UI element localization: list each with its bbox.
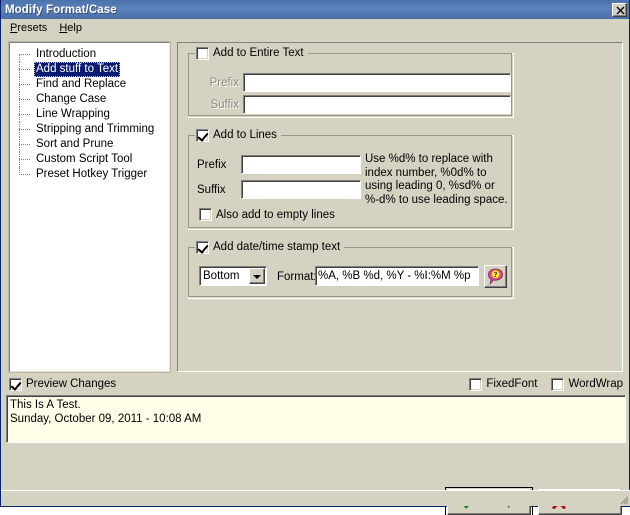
preview-changes-row[interactable]: Preview Changes [9, 377, 117, 391]
tree-item-label: Custom Script Tool [36, 153, 133, 165]
close-icon [616, 6, 625, 14]
tree-connector-dash [19, 99, 30, 100]
tree-item-preset-hotkey-trigger[interactable]: Preset Hotkey Trigger [10, 167, 169, 182]
lines-suffix-label: Suffix [197, 183, 226, 196]
also-add-to-empty-lines-label: Also add to empty lines [216, 208, 335, 221]
tree-item-label: Add stuff to Text [34, 62, 121, 77]
tree-connector-dash [19, 69, 30, 70]
tree-item-line-wrapping[interactable]: Line Wrapping [10, 107, 169, 122]
tree-connector-dash [19, 129, 30, 130]
lines-prefix-input[interactable] [241, 155, 361, 174]
tree-item-custom-script-tool[interactable]: Custom Script Tool [10, 152, 169, 167]
dialog-body: Introduction Add stuff to Text Find and … [1, 37, 630, 515]
preview-options-bar: Preview Changes FixedFont WordWrap [1, 375, 630, 393]
add-to-entire-text-header[interactable]: Add to Entire Text [195, 46, 308, 60]
add-datetime-stamp-group: Add date/time stamp text Bottom Format: … [188, 240, 514, 299]
menu-presets[interactable]: Presets [4, 21, 53, 36]
menu-presets-label: resets [17, 21, 48, 34]
fixed-font-row[interactable]: FixedFont [469, 377, 538, 391]
entire-text-suffix-label: Suffix [210, 98, 239, 111]
chevron-down-icon[interactable] [249, 268, 265, 284]
tree-connector-dash [19, 84, 30, 85]
resize-grip-icon[interactable] [617, 493, 629, 505]
format-help-button[interactable]: ? [484, 265, 507, 288]
menu-bar: Presets Help [1, 19, 629, 37]
lines-prefix-row: Prefix [197, 155, 361, 174]
lines-prefix-label: Prefix [197, 158, 227, 171]
stamp-position-value: Bottom [203, 270, 240, 282]
word-wrap-checkbox[interactable] [551, 377, 565, 391]
add-to-entire-text-checkbox[interactable] [196, 46, 209, 60]
add-to-entire-text-label: Add to Entire Text [213, 47, 304, 59]
tree-item-add-stuff-to-text[interactable]: Add stuff to Text [10, 62, 169, 77]
preview-text-area[interactable]: This Is A Test. Sunday, October 09, 2011… [6, 395, 626, 443]
tree-connector-dash [19, 174, 30, 175]
lines-suffix-input[interactable] [241, 180, 361, 199]
svg-text:?: ? [494, 271, 498, 279]
category-tree[interactable]: Introduction Add stuff to Text Find and … [8, 41, 171, 373]
add-to-lines-group: Add to Lines Prefix Suffix Also add to e… [188, 128, 514, 230]
also-add-to-empty-lines-checkbox[interactable] [199, 208, 212, 221]
add-to-lines-checkbox[interactable] [196, 128, 209, 142]
format-tokens-hint: Use %d% to replace with index number, %0… [365, 153, 508, 206]
tree-item-stripping-and-trimming[interactable]: Stripping and Trimming [10, 122, 169, 137]
add-datetime-stamp-header[interactable]: Add date/time stamp text [195, 240, 345, 254]
tree-item-label: Find and Replace [36, 78, 127, 90]
title-bar[interactable]: Modify Format/Case [1, 0, 629, 19]
preview-line: This Is A Test. [10, 399, 81, 411]
word-wrap-row[interactable]: WordWrap [551, 377, 623, 391]
preview-changes-label: Preview Changes [26, 378, 117, 390]
window-title: Modify Format/Case [5, 3, 117, 16]
tree-connector-dash [19, 114, 30, 115]
entire-text-prefix-row: Prefix [199, 73, 511, 92]
tree-item-find-and-replace[interactable]: Find and Replace [10, 77, 169, 92]
tree-connector-dash [19, 54, 30, 55]
preview-changes-checkbox[interactable] [9, 377, 22, 391]
tree-item-change-case[interactable]: Change Case [10, 92, 169, 107]
tree-connector-line [19, 54, 20, 62]
fixed-font-label: FixedFont [486, 378, 538, 390]
tree-item-label: Change Case [36, 93, 107, 105]
tree-item-label: Preset Hotkey Trigger [36, 168, 148, 180]
format-label: Format: [277, 271, 317, 283]
fixed-font-checkbox[interactable] [469, 377, 483, 391]
menu-help-label: elp [67, 21, 82, 34]
add-datetime-stamp-label: Add date/time stamp text [213, 241, 341, 253]
tree-item-label: Stripping and Trimming [36, 123, 155, 135]
tree-connector-dash [19, 159, 30, 160]
add-to-lines-label: Add to Lines [213, 129, 277, 141]
add-to-entire-text-group: Add to Entire Text Prefix Suffix [188, 46, 514, 118]
entire-text-suffix-row: Suffix [199, 95, 511, 114]
question-balloon-icon: ? [488, 268, 503, 285]
datetime-format-input[interactable]: %A, %B %d, %Y - %I:%M %p [315, 266, 479, 286]
status-bar [1, 490, 630, 506]
also-empty-lines-row[interactable]: Also add to empty lines [199, 208, 335, 221]
tree-item-label: Introduction [36, 48, 97, 60]
add-to-lines-header[interactable]: Add to Lines [195, 128, 281, 142]
entire-text-prefix-label: Prefix [209, 76, 239, 89]
tree-item-label: Sort and Prune [36, 138, 114, 150]
stamp-position-dropdown[interactable]: Bottom [199, 266, 267, 286]
word-wrap-label: WordWrap [568, 378, 623, 390]
add-datetime-stamp-checkbox[interactable] [196, 240, 209, 254]
title-bar-buttons [612, 2, 627, 17]
tree-connector-dash [19, 144, 30, 145]
close-button[interactable] [612, 2, 627, 17]
entire-text-suffix-input[interactable] [243, 95, 511, 114]
tree-item-introduction[interactable]: Introduction [10, 47, 169, 62]
tree-item-label: Line Wrapping [36, 108, 110, 120]
options-panel: Add to Entire Text Prefix Suffix Add to … [177, 42, 623, 372]
lines-suffix-row: Suffix [197, 180, 361, 199]
entire-text-prefix-input[interactable] [243, 73, 511, 92]
preview-line: Sunday, October 09, 2011 - 10:08 AM [10, 413, 202, 425]
menu-help[interactable]: Help [53, 21, 88, 36]
modify-format-case-window: Modify Format/Case Presets Help Introduc… [0, 0, 630, 515]
tree-item-sort-and-prune[interactable]: Sort and Prune [10, 137, 169, 152]
